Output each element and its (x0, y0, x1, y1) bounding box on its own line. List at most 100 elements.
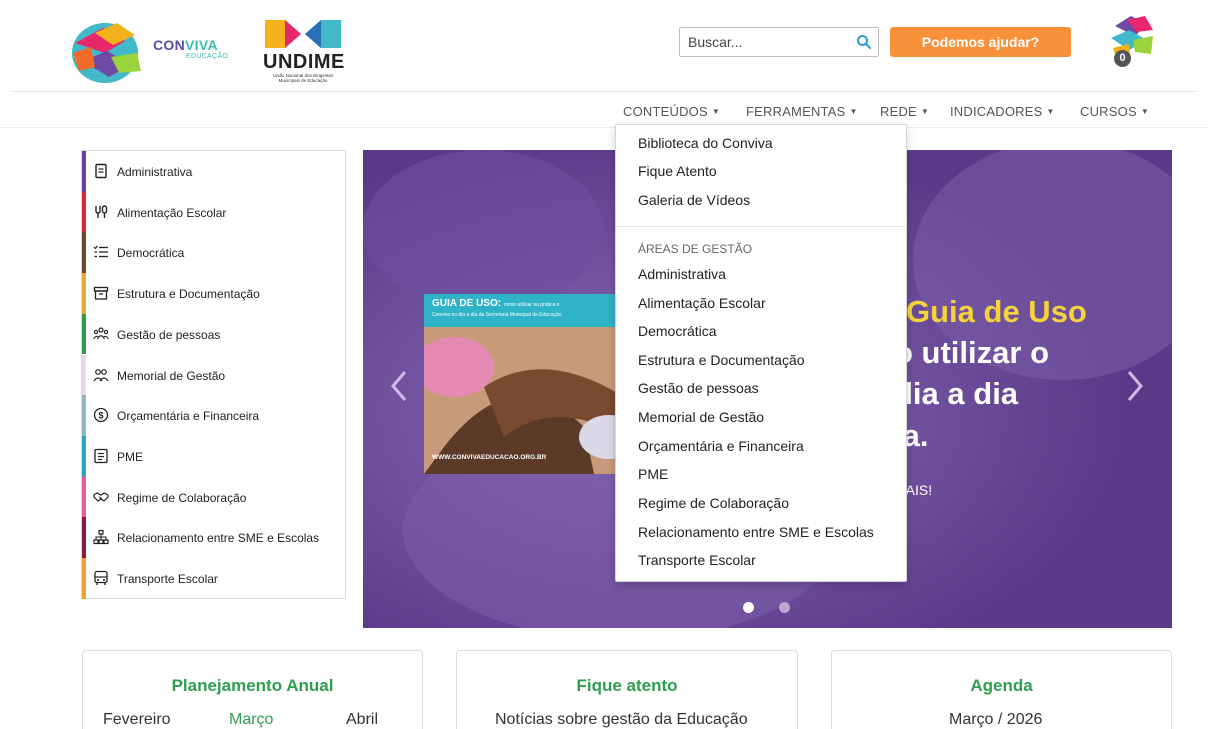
dropdown-item-area[interactable]: Transporte Escolar (638, 552, 756, 568)
conviva-subtitle: EDUCAÇÃO (186, 53, 229, 60)
dropdown-item-biblioteca[interactable]: Biblioteca do Conviva (638, 135, 773, 151)
card-title: Planejamento Anual (171, 676, 334, 695)
caret-down-icon: ▼ (849, 107, 858, 116)
sidebar-item-pme[interactable]: PME (82, 435, 345, 477)
sidebar-item-transporte[interactable]: Transporte Escolar (82, 558, 345, 599)
agenda-card: Agenda Março / 2026 (831, 650, 1172, 729)
hero-title-line-2: o utilizar o (894, 335, 1049, 370)
nav-indicadores[interactable]: INDICADORES ▼ (950, 104, 1055, 119)
sidebar-item-orcamentaria[interactable]: $ Orçamentária e Financeira (82, 395, 345, 436)
guide-card-image[interactable]: GUIA DE USO: como utilizar na prática o … (424, 294, 644, 474)
checklist-icon (93, 246, 108, 258)
planejamento-card: Planejamento Anual Fevereiro Março Abril (82, 650, 423, 729)
money-icon: $ (93, 408, 109, 423)
month-current[interactable]: Março (229, 711, 273, 729)
slider-dot-active[interactable] (743, 602, 754, 613)
caret-down-icon: ▼ (1046, 107, 1055, 116)
guide-card-title: GUIA DE USO: como utilizar na prática o (432, 298, 560, 309)
search-box (679, 27, 879, 57)
guide-card-url: WWW.CONVIVAEDUCACAO.ORG.BR (432, 454, 547, 461)
sidebar-item-administrativa[interactable]: Administrativa (82, 151, 345, 192)
category-color-bar (82, 151, 86, 192)
card-text[interactable]: Notícias sobre gestão da Educação (495, 711, 748, 729)
agenda-month[interactable]: Março / 2026 (949, 711, 1042, 729)
sidebar-item-democratica[interactable]: Democrática (82, 232, 345, 274)
sitemap-icon (93, 530, 109, 545)
document-icon (95, 163, 107, 179)
handshake-icon (93, 491, 109, 502)
page: CONVIVA EDUCAÇÃO UNDIME União Nacional d… (0, 0, 1208, 729)
card-title: Fique atento (576, 676, 678, 695)
dropdown-item-area[interactable]: Alimentação Escolar (638, 295, 766, 311)
category-color-bar (82, 354, 86, 396)
nav-conteudos[interactable]: CONTEÚDOS ▼ (623, 104, 720, 119)
category-color-bar (82, 395, 86, 436)
caret-down-icon: ▼ (920, 107, 930, 116)
dropdown-section-header: ÁREAS DE GESTÃO (638, 242, 753, 256)
category-color-bar (82, 191, 86, 233)
nav-cursos[interactable]: CURSOS ▼ (1080, 104, 1149, 119)
caret-down-icon: ▼ (1140, 107, 1149, 116)
dropdown-item-area[interactable]: Gestão de pessoas (638, 380, 759, 396)
sidebar-item-label: Relacionamento entre SME e Escolas (117, 531, 320, 546)
hero-title-line-3: dia a dia (894, 376, 1019, 411)
fique-atento-card: Fique atento Notícias sobre gestão da Ed… (456, 650, 798, 729)
sidebar-item-label: Democrática (117, 246, 185, 261)
dropdown-item-area[interactable]: Administrativa (638, 266, 726, 282)
sidebar-item-label: Memorial de Gestão (117, 368, 226, 383)
conteudos-dropdown: Biblioteca do Conviva Fique Atento Galer… (615, 124, 907, 582)
dropdown-item-area[interactable]: Relacionamento entre SME e Escolas (638, 524, 874, 540)
sidebar-item-relacionamento[interactable]: Relacionamento entre SME e Escolas (82, 517, 345, 558)
search-input[interactable] (680, 28, 840, 56)
month-prev[interactable]: Fevereiro (103, 711, 171, 729)
category-color-bar (82, 435, 86, 477)
dropdown-item-galeria[interactable]: Galeria de Vídeos (638, 192, 750, 208)
header: CONVIVA EDUCAÇÃO UNDIME União Nacional d… (10, 0, 1198, 92)
month-next[interactable]: Abril (346, 711, 378, 729)
category-color-bar (82, 517, 86, 558)
dropdown-item-area[interactable]: Democrática (638, 323, 717, 339)
nav-ferramentas[interactable]: FERRAMENTAS ▼ (746, 104, 858, 119)
nav-rede[interactable]: REDE ▼ (880, 104, 929, 119)
hands-photo (424, 327, 644, 474)
sidebar-item-memorial[interactable]: Memorial de Gestão (82, 354, 345, 396)
sidebar-menu: Administrativa Alimentação Escolar Democ… (81, 150, 346, 599)
category-color-bar (82, 313, 86, 355)
sidebar-item-gestao-pessoas[interactable]: Gestão de pessoas (82, 313, 345, 355)
dropdown-item-area[interactable]: Estrutura e Documentação (638, 352, 805, 368)
category-color-bar (82, 476, 86, 518)
bus-icon (94, 570, 108, 585)
main-nav: CONTEÚDOS ▼ FERRAMENTAS ▼ REDE ▼ INDICADORE… (0, 92, 1208, 128)
sidebar-item-label: Alimentação Escolar (117, 205, 227, 220)
sidebar-item-label: Orçamentária e Financeira (117, 409, 260, 424)
sidebar-item-estrutura[interactable]: Estrutura e Documentação (82, 273, 345, 314)
dropdown-item-area[interactable]: PME (638, 466, 668, 482)
conviva-wordmark: CONVIVA (153, 37, 218, 53)
guide-card-subtitle: Conviva no dia a dia da Secretaria Munic… (432, 312, 562, 318)
sidebar-item-label: Regime de Colaboração (117, 490, 247, 505)
caret-down-icon: ▼ (711, 107, 720, 116)
search-icon[interactable] (856, 34, 872, 50)
notification-badge[interactable]: 0 (1114, 50, 1131, 67)
dropdown-item-area[interactable]: Memorial de Gestão (638, 409, 764, 425)
plan-icon (94, 448, 108, 464)
chevron-right-icon[interactable] (1125, 368, 1145, 404)
dropdown-item-fique-atento[interactable]: Fique Atento (638, 163, 717, 179)
people-group-icon (93, 327, 109, 340)
dropdown-divider (617, 226, 905, 227)
slider-dot[interactable] (779, 602, 790, 613)
sidebar-item-label: Gestão de pessoas (117, 327, 221, 342)
sidebar-item-alimentacao[interactable]: Alimentação Escolar (82, 191, 345, 233)
archive-icon (93, 286, 109, 300)
sidebar-item-label: Estrutura e Documentação (117, 287, 260, 302)
category-color-bar (82, 273, 86, 314)
dropdown-item-area[interactable]: Orçamentária e Financeira (638, 438, 804, 454)
sidebar-item-label: PME (117, 449, 144, 464)
dropdown-item-area[interactable]: Regime de Colaboração (638, 495, 789, 511)
category-color-bar (82, 232, 86, 274)
chevron-left-icon[interactable] (389, 368, 409, 404)
users-icon (93, 368, 109, 381)
sidebar-item-regime[interactable]: Regime de Colaboração (82, 476, 345, 518)
help-button[interactable]: Podemos ajudar? (890, 27, 1071, 57)
category-color-bar (82, 558, 86, 599)
